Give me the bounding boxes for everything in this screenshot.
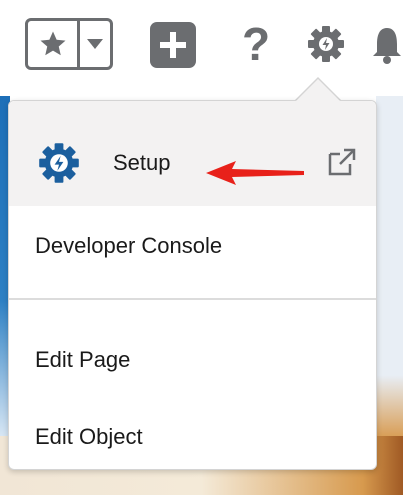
gear-icon (308, 26, 344, 62)
menu-item-setup-label: Setup (113, 150, 171, 175)
menu-item-edit-object[interactable]: Edit Object (9, 401, 376, 473)
global-actions-button[interactable] (150, 22, 196, 68)
star-icon (40, 31, 65, 56)
menu-divider (9, 298, 376, 300)
menu-item-setup[interactable]: Setup (9, 120, 376, 206)
bell-icon (373, 28, 401, 64)
setup-menu-button[interactable] (301, 18, 351, 70)
help-icon: ? (241, 18, 271, 70)
menu-item-edit-object-label: Edit Object (35, 424, 143, 449)
screen: ? Setup Developer Console Edit Page Edit… (0, 0, 403, 495)
open-in-new-window-icon[interactable] (326, 146, 358, 178)
menu-item-developer-console-label: Developer Console (35, 233, 223, 258)
plus-icon (160, 32, 186, 58)
caret-down-icon (87, 39, 103, 49)
menu-pointer (295, 79, 341, 102)
menu-item-edit-page-label: Edit Page (35, 347, 131, 372)
red-arrow-annotation (206, 161, 304, 185)
menu-item-developer-console[interactable]: Developer Console (9, 206, 376, 286)
global-header: ? (0, 0, 403, 96)
help-button[interactable]: ? (236, 16, 276, 72)
favorites-button-group (25, 18, 113, 70)
notifications-button[interactable] (371, 18, 403, 70)
setup-dropdown-menu: Setup Developer Console Edit Page Edit O… (8, 100, 377, 470)
favorites-button[interactable] (28, 21, 80, 67)
menu-item-edit-page[interactable]: Edit Page (9, 319, 376, 401)
setup-gear-icon (39, 143, 79, 183)
menu-top-padding (9, 101, 376, 120)
favorites-list-button[interactable] (80, 21, 110, 67)
